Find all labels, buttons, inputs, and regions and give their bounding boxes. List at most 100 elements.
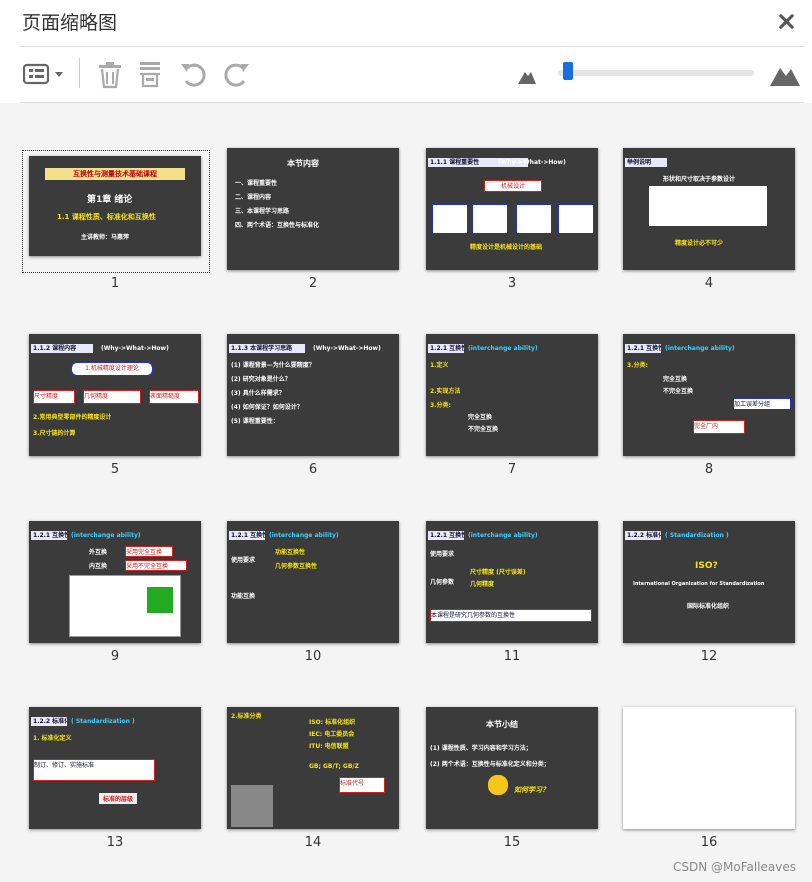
- thumb-text: 外互换: [89, 549, 108, 556]
- page-thumbnail-10[interactable]: 1.2.1 互换性 (interchange ability) 使用要求 功能互…: [227, 521, 399, 643]
- thumb-text: 如何学习？: [514, 786, 549, 794]
- close-icon[interactable]: [772, 6, 802, 36]
- zoom-slider-thumb[interactable]: [563, 62, 573, 80]
- toolbar-separator: [79, 58, 80, 88]
- thumb-text: 不完全互换: [663, 388, 694, 395]
- zoom-in-mountain-icon[interactable]: [768, 56, 802, 92]
- page-thumbnail-12[interactable]: 1.2.2 标准化 ( Standardization ) ISO? Inter…: [623, 521, 795, 643]
- page-thumbnail-6[interactable]: 1.1.3 本课程学习思路 (Why->What->How) (1) 课程背景—…: [227, 334, 399, 456]
- page-number: 9: [110, 649, 120, 664]
- thumb-text: 机械设计: [484, 180, 542, 192]
- thumb-text: (5) 课程重要性：: [231, 418, 279, 425]
- thumb-text: 1. 标准化定义: [33, 735, 72, 742]
- thumb-text: ( Standardization ): [665, 532, 729, 539]
- thumb-text: (2) 两个术语：互换性与标准化定义和分类；: [430, 761, 550, 768]
- thumb-text: 形状和尺寸取决于参数设计: [663, 176, 736, 183]
- thumb-text: 1.2.2 标准化: [31, 717, 67, 726]
- page-number: 13: [106, 835, 124, 850]
- thumb-text: 2.标准分类: [231, 713, 262, 720]
- thumb-box: [432, 204, 468, 234]
- thumb-text: 国际标准化组织: [687, 603, 730, 610]
- thumb-text: 几何参数: [430, 579, 455, 586]
- thumb-text: 完全厂内: [693, 420, 745, 434]
- page-thumbnail-13[interactable]: 1.2.2 标准化 ( Standardization ) 1. 标准化定义 制…: [29, 707, 201, 829]
- thumb-text: 使用要求: [430, 551, 455, 558]
- thumb-text: 采用完全互换: [125, 546, 173, 557]
- thumb-text: 标准代号: [339, 777, 385, 793]
- thumb-text: 标准的层级: [99, 793, 138, 804]
- thumb-drawing: [231, 785, 273, 827]
- thumb-text: 1.机械精度设计理论: [71, 362, 153, 376]
- thumb-text: 互换性与测量技术基础课程: [45, 168, 185, 180]
- page-thumbnail-5[interactable]: 1.1.2 课程内容 (Why->What->How) 1.机械精度设计理论 尺…: [29, 334, 201, 456]
- page-thumbnail-11[interactable]: 1.2.1 互换性 (interchange ability) 使用要求 几何参…: [426, 521, 598, 643]
- page-thumbnail-2[interactable]: 本节内容 一、课程重要性 二、课程内容 三、本课程学习思路 四、两个术语：互换性…: [227, 148, 399, 270]
- thumb-box: [558, 204, 594, 234]
- thumb-text: 使用要求: [231, 557, 256, 564]
- page-number: 4: [704, 276, 714, 291]
- thumb-text: (3) 具什么样需求？: [231, 390, 285, 397]
- thumb-text: ( Standardization ): [71, 718, 135, 725]
- thumb-text: (4) 如何保证？如何设计？: [231, 404, 303, 411]
- page-thumbnail-3[interactable]: 1.1.1 课程重要性 (Why->What->How) 机械设计 精度设计是机…: [426, 148, 598, 270]
- thumb-text: 3.分类:: [627, 362, 648, 369]
- panel-header: 页面缩略图: [0, 0, 812, 44]
- zoom-slider-track[interactable]: [558, 70, 754, 76]
- toolbar: [0, 48, 812, 102]
- thumb-text: 尺寸精度: [33, 390, 75, 404]
- thumb-text: 二、课程内容: [235, 194, 272, 201]
- thumb-text: ITU: 电信联盟: [309, 743, 349, 750]
- thumb-box: [472, 204, 508, 234]
- thumb-text: (interchange ability): [468, 345, 538, 352]
- delete-page-icon[interactable]: [95, 56, 125, 92]
- thumb-text: 制订、修订、实施标准: [33, 759, 155, 781]
- redo-icon[interactable]: [220, 56, 252, 92]
- thumb-text: (interchange ability): [71, 532, 141, 539]
- thumb-text: 1.定义: [430, 362, 449, 369]
- zoom-out-mountain-icon[interactable]: [516, 56, 538, 92]
- thumb-text: 本课程是研究几何参数的互换性: [430, 609, 592, 622]
- thumb-text: GB; GB/T; GB/Z: [309, 763, 359, 770]
- panel-title: 页面缩略图: [22, 12, 118, 34]
- page-thumbnail-4[interactable]: 举例说明 形状和尺寸取决于参数设计 精度设计必不可少: [623, 148, 795, 270]
- thumb-text: (Why->What->How): [101, 345, 169, 352]
- page-thumbnail-14[interactable]: 2.标准分类 ISO: 标准化组织 IEC: 电工委员会 ITU: 电信联盟 G…: [227, 707, 399, 829]
- thumb-text: 几何参数互换性: [275, 563, 318, 570]
- page-thumbnail-9[interactable]: 1.2.1 互换性 (interchange ability) 外互换 内互换 …: [29, 521, 201, 643]
- thumb-text: 采用不完全互换: [125, 560, 187, 571]
- thumb-text: 1.2.1 互换性: [229, 531, 265, 540]
- extract-pages-icon[interactable]: [135, 56, 165, 92]
- thumb-text: 1.1.3 本课程学习思路: [229, 344, 305, 353]
- thumbnail-options-icon[interactable]: [22, 56, 68, 92]
- divider: [20, 46, 804, 47]
- page-thumbnail-1[interactable]: 互换性与测量技术基础课程 第1章 绪论 1.1 课程性质、标准化和互换性 主讲教…: [29, 156, 201, 256]
- thumb-text: 1.2.1 互换性: [428, 344, 464, 353]
- thumb-text: 表面精糙度: [149, 390, 199, 404]
- page-thumbnail-7[interactable]: 1.2.1 互换性 (interchange ability) 1.定义 2.实…: [426, 334, 598, 456]
- thumb-text: (interchange ability): [468, 532, 538, 539]
- undo-icon[interactable]: [178, 56, 210, 92]
- emoji-icon: [488, 775, 508, 795]
- page-number: 2: [308, 276, 318, 291]
- thumbnail-grid: 互换性与测量技术基础课程 第1章 绪论 1.1 课程性质、标准化和互换性 主讲教…: [0, 103, 812, 882]
- thumb-text: 1.2.1 互换性: [625, 344, 661, 353]
- thumb-text: ISO: 标准化组织: [309, 719, 356, 726]
- thumb-drawing: [147, 587, 173, 613]
- page-thumbnail-15[interactable]: 本节小结 (1) 课程性质、学习内容和学习方法； (2) 两个术语：互换性与标准…: [426, 707, 598, 829]
- thumb-text: (2) 研究对象是什么？: [231, 376, 291, 383]
- page-thumbnail-8[interactable]: 1.2.1 互换性 (interchange ability) 3.分类: 完全…: [623, 334, 795, 456]
- thumb-text: 1.2.1 互换性: [31, 531, 67, 540]
- thumb-text: 完全互换: [468, 414, 493, 421]
- thumb-text: 举例说明: [625, 158, 667, 167]
- page-number: 1: [110, 276, 120, 291]
- thumb-text: 1.1.2 课程内容: [31, 344, 93, 353]
- thumb-text: 第1章 绪论: [87, 195, 133, 205]
- thumb-text: 功能互换性: [275, 549, 306, 556]
- thumb-text: 1.1 课程性质、标准化和互换性: [57, 213, 156, 221]
- thumb-text: 几何精度: [83, 390, 141, 404]
- thumb-text: (Why->What->How): [313, 345, 381, 352]
- thumb-text: 精度设计是机械设计的基础: [470, 244, 543, 251]
- thumb-text: (interchange ability): [269, 532, 339, 539]
- page-thumbnail-16[interactable]: [623, 707, 795, 829]
- thumb-text: 主讲教师：马惠萍: [81, 234, 130, 241]
